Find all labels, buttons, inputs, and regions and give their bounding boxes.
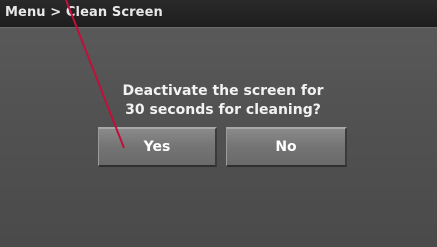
prompt-line-1: Deactivate the screen for — [122, 83, 324, 99]
yes-button[interactable]: Yes — [98, 127, 217, 167]
thermostat-screen: Menu > Clean Screen Deactivate the scree… — [0, 0, 437, 247]
confirmation-prompt: Deactivate the screen for 30 seconds for… — [98, 82, 348, 120]
prompt-line-2: 30 seconds for cleaning? — [125, 102, 321, 118]
no-button[interactable]: No — [226, 127, 347, 167]
no-button-label: No — [275, 139, 297, 155]
header-bar: Menu > Clean Screen — [0, 0, 437, 28]
callout-pointer-line — [65, 0, 125, 149]
breadcrumb: Menu > Clean Screen — [5, 5, 163, 20]
yes-button-label: Yes — [143, 139, 171, 155]
